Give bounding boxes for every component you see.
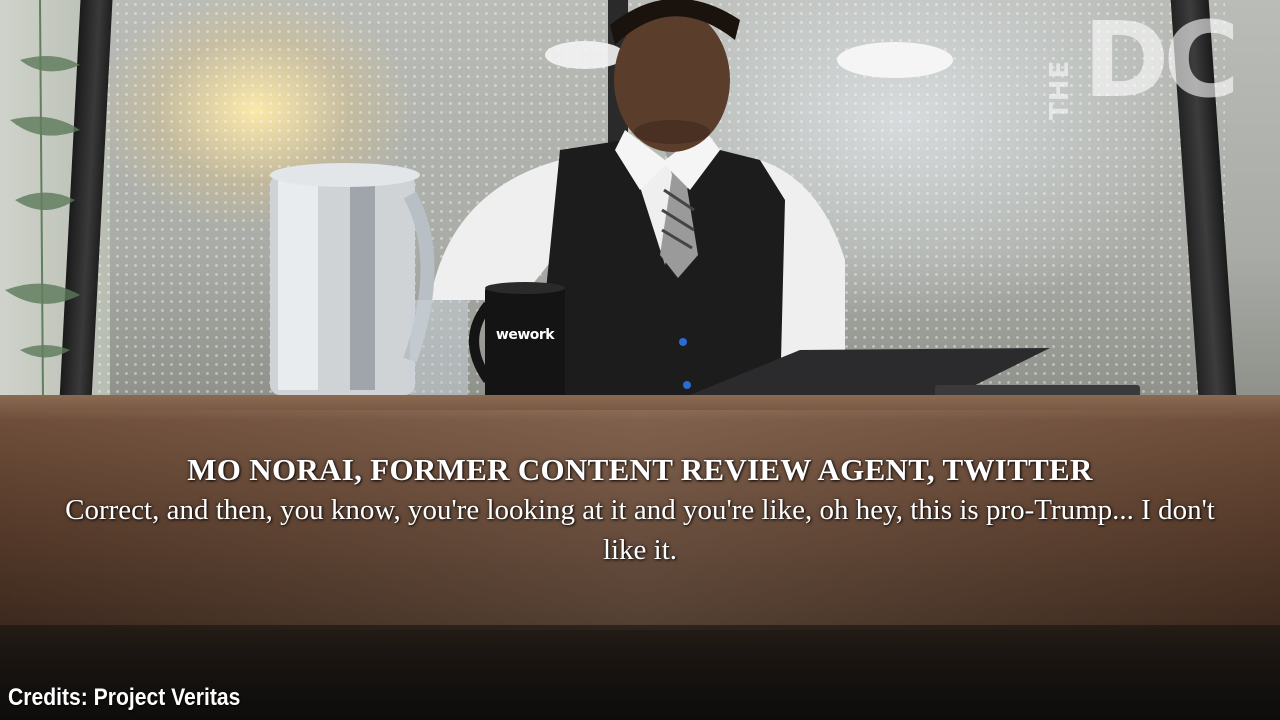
logo-dc-text: DC xyxy=(1083,0,1240,121)
the-dc-logo: THE DC xyxy=(1045,0,1280,130)
drinking-glass xyxy=(410,300,468,400)
credits-label: Credits: Project Veritas xyxy=(8,684,241,711)
wallpaper-leaves xyxy=(5,0,80,401)
logo-the-text: THE xyxy=(1045,59,1075,120)
video-frame: wework THE DC MO NORAI, FORMER CONTENT R… xyxy=(0,0,1280,720)
metal-pitcher xyxy=(270,163,435,395)
mug-brand-text: wework xyxy=(495,327,555,343)
subtitle-caption: MO NORAI, FORMER CONTENT REVIEW AGENT, T… xyxy=(40,450,1240,570)
speaker-label: MO NORAI, FORMER CONTENT REVIEW AGENT, T… xyxy=(187,452,1093,487)
ceiling-light-right xyxy=(837,42,953,78)
ceiling-light-left xyxy=(545,41,625,69)
quote-text: Correct, and then, you know, you're look… xyxy=(65,494,1215,566)
